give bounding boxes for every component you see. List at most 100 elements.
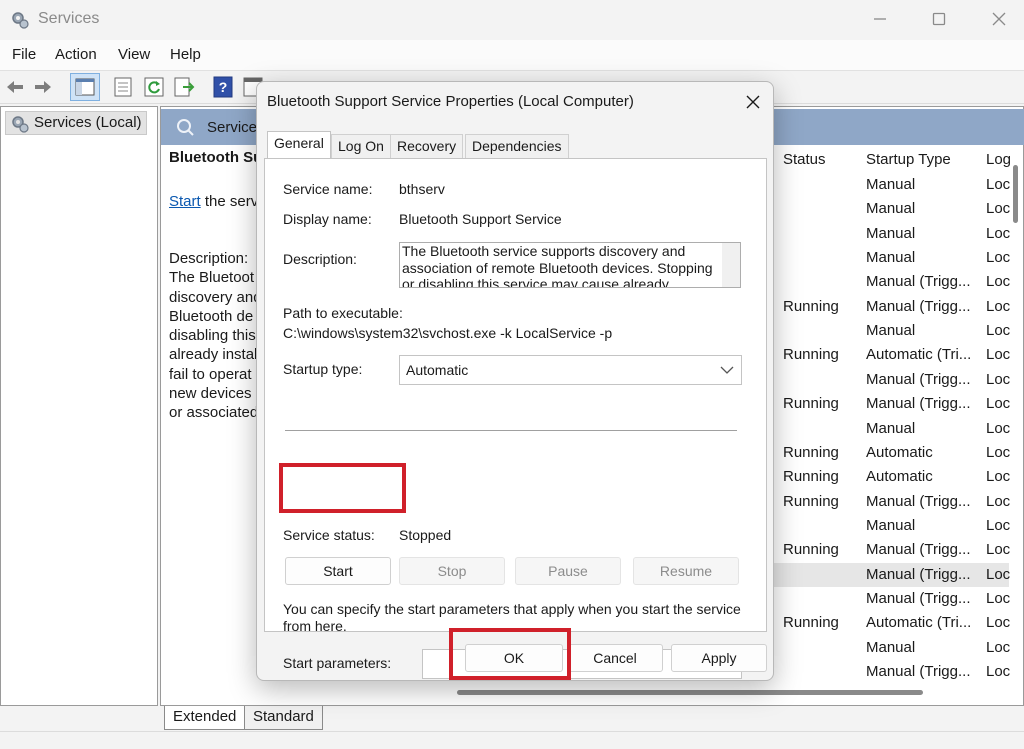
selected-service-title: Bluetooth Su (169, 149, 263, 166)
service-status-value: Stopped (399, 527, 452, 543)
row-log-on: Loc (986, 565, 1011, 583)
ok-button-highlight (449, 628, 571, 680)
row-log-on: Loc (986, 663, 1011, 680)
tab-dependencies[interactable]: Dependencies (465, 134, 569, 158)
row-startup-type: Manual (866, 322, 916, 340)
svg-text:?: ? (219, 79, 228, 95)
general-tab-page: Service name: bthserv Display name: Blue… (264, 158, 767, 679)
row-status: Running (783, 492, 839, 510)
forward-arrow-icon[interactable] (32, 76, 54, 98)
services-gear-icon (12, 12, 29, 29)
service-name-label: Service name: (283, 181, 373, 197)
row-log-on: Loc (986, 492, 1011, 510)
row-startup-type: Manual (Trigg... (866, 663, 971, 680)
minimize-button[interactable] (866, 8, 894, 32)
menu-help[interactable]: Help (170, 46, 201, 63)
horizontal-scroll-thumb[interactable] (457, 690, 923, 695)
column-header-status[interactable]: Status (783, 151, 826, 168)
row-startup-type: Manual (866, 200, 916, 218)
start-button[interactable]: Start (285, 557, 391, 585)
close-icon (746, 95, 760, 109)
tree-item-label: Services (Local) (34, 114, 142, 131)
row-status: Running (783, 297, 839, 315)
back-arrow-icon[interactable] (4, 76, 26, 98)
description-value: The Bluetooth service supports discovery… (402, 243, 713, 288)
row-status: Running (783, 468, 839, 486)
row-log-on: Loc (986, 297, 1011, 315)
tab-log-on[interactable]: Log On (331, 134, 391, 158)
close-icon (992, 12, 1006, 26)
row-log-on: Loc (986, 273, 1011, 291)
description-line: disabling this (169, 327, 256, 345)
vertical-scrollbar[interactable] (1010, 145, 1024, 693)
tab-general[interactable]: General (267, 131, 331, 159)
row-log-on: Loc (986, 249, 1011, 267)
row-startup-type: Automatic (Tri... (866, 346, 972, 364)
description-line: or associated (169, 404, 259, 422)
start-service-suffix: the serv (200, 193, 259, 210)
description-line: new devices (169, 385, 252, 403)
properties-sheet-icon[interactable] (112, 76, 134, 98)
resume-button[interactable]: Resume (633, 557, 739, 585)
row-log-on: Loc (986, 638, 1011, 656)
path-to-executable-label: Path to executable: (283, 305, 403, 321)
apply-button[interactable]: Apply (671, 644, 767, 672)
row-status: Running (783, 395, 839, 413)
refresh-icon[interactable] (143, 76, 165, 98)
row-log-on: Loc (986, 419, 1011, 437)
row-startup-type: Manual (866, 516, 916, 534)
service-description-text: Description: The Bluetoot discovery and Blu… (169, 249, 264, 423)
console-tree: Services (Local) (0, 106, 158, 706)
path-to-executable-value: C:\windows\system32\svchost.exe -k Local… (283, 325, 613, 341)
start-service-link[interactable]: Start (169, 193, 201, 210)
services-gear-icon (12, 116, 29, 133)
dialog-title: Bluetooth Support Service Properties (Lo… (267, 93, 634, 110)
description-heading: Description: (169, 250, 249, 267)
tree-item-services-local[interactable]: Services (Local) (5, 111, 147, 135)
stop-button[interactable]: Stop (399, 557, 505, 585)
vertical-scroll-thumb[interactable] (1013, 165, 1018, 223)
description-scrollbar[interactable] (722, 243, 740, 287)
menu-action[interactable]: Action (55, 46, 97, 63)
close-window-button[interactable] (985, 8, 1013, 32)
row-startup-type: Manual (Trigg... (866, 541, 971, 559)
console-tree-icon (75, 78, 95, 96)
row-log-on: Loc (986, 614, 1011, 632)
menu-file[interactable]: File (12, 46, 36, 63)
row-startup-type: Manual (Trigg... (866, 297, 971, 315)
row-log-on: Loc (986, 516, 1011, 534)
service-status-label: Service status: (283, 527, 375, 543)
tab-recovery[interactable]: Recovery (390, 134, 464, 158)
row-log-on: Loc (986, 589, 1011, 607)
row-startup-type: Manual (Trigg... (866, 565, 971, 583)
row-startup-type: Manual (866, 249, 916, 267)
service-name-value: bthserv (399, 181, 445, 197)
column-header-startup-type[interactable]: Startup Type (866, 151, 951, 168)
pause-button[interactable]: Pause (515, 557, 621, 585)
row-startup-type: Manual (866, 638, 916, 656)
cancel-button[interactable]: Cancel (567, 644, 663, 672)
title-bar: Services (0, 0, 1024, 40)
tab-extended[interactable]: Extended (164, 706, 246, 730)
description-textbox[interactable]: The Bluetooth service supports discovery… (399, 242, 741, 288)
menu-view[interactable]: View (118, 46, 150, 63)
tab-standard[interactable]: Standard (244, 706, 323, 730)
row-startup-type: Manual (866, 224, 916, 242)
description-label: Description: (283, 251, 357, 267)
column-header-log-on[interactable]: Log (986, 151, 1011, 168)
row-log-on: Loc (986, 176, 1011, 193)
row-log-on: Loc (986, 200, 1011, 218)
help-icon[interactable]: ? (212, 76, 234, 98)
row-startup-type: Manual (Trigg... (866, 589, 971, 607)
startup-type-select[interactable]: Automatic (399, 355, 742, 385)
row-status: Running (783, 541, 839, 559)
start-button-highlight (279, 463, 406, 513)
maximize-button[interactable] (925, 8, 953, 32)
row-status: Running (783, 346, 839, 364)
show-hide-tree-button[interactable] (70, 73, 100, 101)
row-log-on: Loc (986, 541, 1011, 559)
row-startup-type: Manual (Trigg... (866, 492, 971, 510)
export-list-icon[interactable] (173, 76, 195, 98)
dialog-close-button[interactable] (741, 90, 765, 114)
display-name-label: Display name: (283, 211, 372, 227)
